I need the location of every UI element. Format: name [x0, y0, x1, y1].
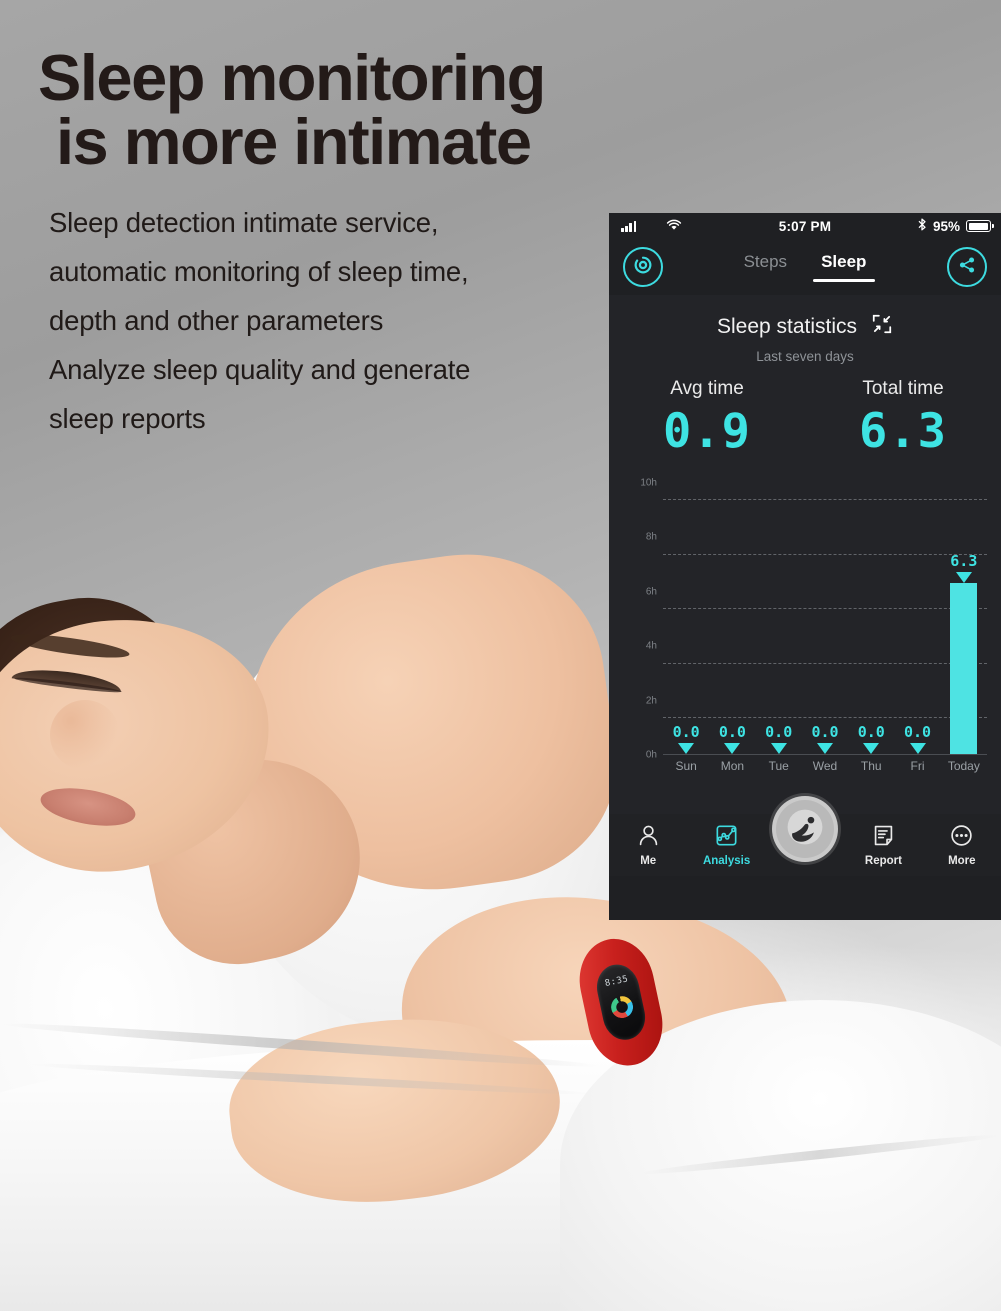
- sleep-bar-chart: 10h 8h 6h 4h 2h 0h 0.0 0.0 0.0 0.0 0.0 0.0 6.3 Sun M…: [619, 478, 991, 783]
- expand-fullscreen-icon[interactable]: [871, 313, 893, 340]
- chart-bar-value-label: 0.0: [857, 723, 885, 741]
- chart-value-marker-icon: [724, 743, 741, 754]
- chart-x-axis: Sun Mon Tue Wed Thu Fri Today: [663, 759, 987, 773]
- chart-x-tick: Wed: [812, 759, 838, 773]
- summary-stats: Avg time 0.9 Total time 6.3: [609, 378, 1001, 459]
- refresh-sync-button[interactable]: [623, 247, 663, 287]
- chart-bar-column[interactable]: 0.0: [894, 483, 940, 754]
- promo-description: Sleep detection intimate service, automa…: [49, 198, 609, 443]
- card-subtitle: Last seven days: [756, 349, 854, 364]
- promo-line: Analyze sleep quality and generate: [49, 354, 471, 385]
- chart-bar-column[interactable]: 0.0: [802, 483, 848, 754]
- share-button[interactable]: [947, 247, 987, 287]
- chart-bar-value-label: 0.0: [904, 723, 932, 741]
- stat-label: Avg time: [670, 378, 744, 399]
- promo-line: depth and other parameters: [49, 305, 384, 336]
- chart-value-marker-icon: [863, 743, 880, 754]
- chart-y-axis: 10h 8h 6h 4h 2h 0h: [619, 478, 659, 761]
- bluetooth-icon: [917, 217, 927, 235]
- chart-value-marker-icon: [816, 743, 833, 754]
- promo-line: automatic monitoring of sleep time,: [49, 256, 469, 287]
- center-action-button[interactable]: [772, 796, 838, 862]
- running-figure-logo-icon: [783, 805, 827, 854]
- chart-y-tick: 8h: [645, 531, 657, 543]
- promo-line: Sleep detection intimate service,: [49, 207, 439, 238]
- stat-label: Total time: [862, 378, 944, 399]
- chart-y-tick: 0h: [645, 749, 657, 761]
- chart-value-marker-icon: [955, 571, 972, 583]
- chart-x-tick: Thu: [860, 759, 882, 773]
- battery-percent-label: 95%: [932, 218, 960, 234]
- chart-bar-value-label: 0.0: [718, 723, 746, 741]
- chart-bar-value-label: 0.0: [765, 723, 793, 741]
- nav-label: More: [948, 855, 976, 867]
- chart-bar-column[interactable]: 0.0: [848, 483, 894, 754]
- nav-label: Report: [864, 855, 902, 867]
- stat-value: 6.3: [859, 404, 947, 459]
- chart-bar-column[interactable]: 0.0: [663, 483, 709, 754]
- nav-item-analysis[interactable]: Analysis: [687, 823, 765, 867]
- stat-avg-time: Avg time 0.9: [609, 378, 805, 459]
- tab-sleep[interactable]: Sleep: [821, 252, 866, 282]
- phone-app-screenshot: 5:07 PM 95% Steps Sleep Sleep statistics…: [609, 213, 1001, 920]
- chart-bar-value-label: 0.0: [672, 723, 700, 741]
- nav-item-more[interactable]: More: [923, 823, 1001, 867]
- document-report-icon: [871, 823, 896, 851]
- card-title: Sleep statistics: [716, 314, 858, 338]
- chart-plot-area[interactable]: 0.0 0.0 0.0 0.0 0.0 0.0 6.3: [663, 483, 987, 755]
- chart-x-tick: Today: [947, 759, 980, 773]
- chart-bar-column[interactable]: 6.3: [941, 483, 987, 754]
- chart-analysis-icon: [714, 823, 739, 851]
- nav-item-report[interactable]: Report: [844, 823, 922, 867]
- chart-bar-column[interactable]: 0.0: [709, 483, 755, 754]
- chart-y-tick: 4h: [645, 640, 657, 652]
- bottom-navigation-bar: Me Analysis Report More: [609, 796, 1001, 876]
- nav-label: Analysis: [702, 855, 751, 867]
- chart-bar-value-label: 6.3: [950, 551, 978, 570]
- chart-value-marker-icon: [678, 743, 695, 754]
- tab-steps[interactable]: Steps: [744, 252, 787, 282]
- nav-label: Me: [640, 855, 657, 867]
- user-icon: [636, 823, 661, 851]
- battery-icon: [966, 220, 994, 232]
- chart-y-tick: 6h: [645, 586, 657, 598]
- chart-bar-value-label: 0.0: [811, 723, 839, 741]
- chart-x-tick: Tue: [768, 759, 789, 773]
- ellipsis-more-icon: [949, 823, 974, 851]
- chart-value-marker-icon: [770, 743, 787, 754]
- app-top-bar: Steps Sleep: [609, 239, 1001, 295]
- chart-x-tick: Fri: [910, 759, 925, 773]
- stat-value: 0.9: [663, 404, 751, 459]
- refresh-sync-icon: [632, 254, 654, 281]
- chart-value-marker-icon: [909, 743, 926, 754]
- chart-bars: 0.0 0.0 0.0 0.0 0.0 0.0 6.3: [663, 483, 987, 754]
- chart-y-tick: 2h: [645, 695, 657, 707]
- share-icon: [957, 255, 977, 280]
- chart-y-tick: 10h: [640, 477, 657, 489]
- sleep-statistics-card: Sleep statistics Last seven days Avg tim…: [609, 295, 1001, 876]
- stat-total-time: Total time 6.3: [805, 378, 1001, 459]
- headline-line-1: Sleep monitoring: [38, 41, 546, 114]
- chart-bar[interactable]: [950, 582, 978, 754]
- nose: [50, 700, 120, 770]
- chart-x-tick: Mon: [720, 759, 745, 773]
- page-title: Sleep monitoring is more intimate: [38, 45, 678, 179]
- nav-item-me[interactable]: Me: [609, 823, 687, 867]
- headline-line-2: is more intimate: [56, 105, 532, 179]
- chart-x-tick: Sun: [675, 759, 697, 773]
- tab-bar: Steps Sleep: [663, 252, 947, 282]
- promo-line: sleep reports: [49, 403, 206, 434]
- chart-bar-column[interactable]: 0.0: [756, 483, 802, 754]
- status-bar: 5:07 PM 95%: [609, 213, 1001, 239]
